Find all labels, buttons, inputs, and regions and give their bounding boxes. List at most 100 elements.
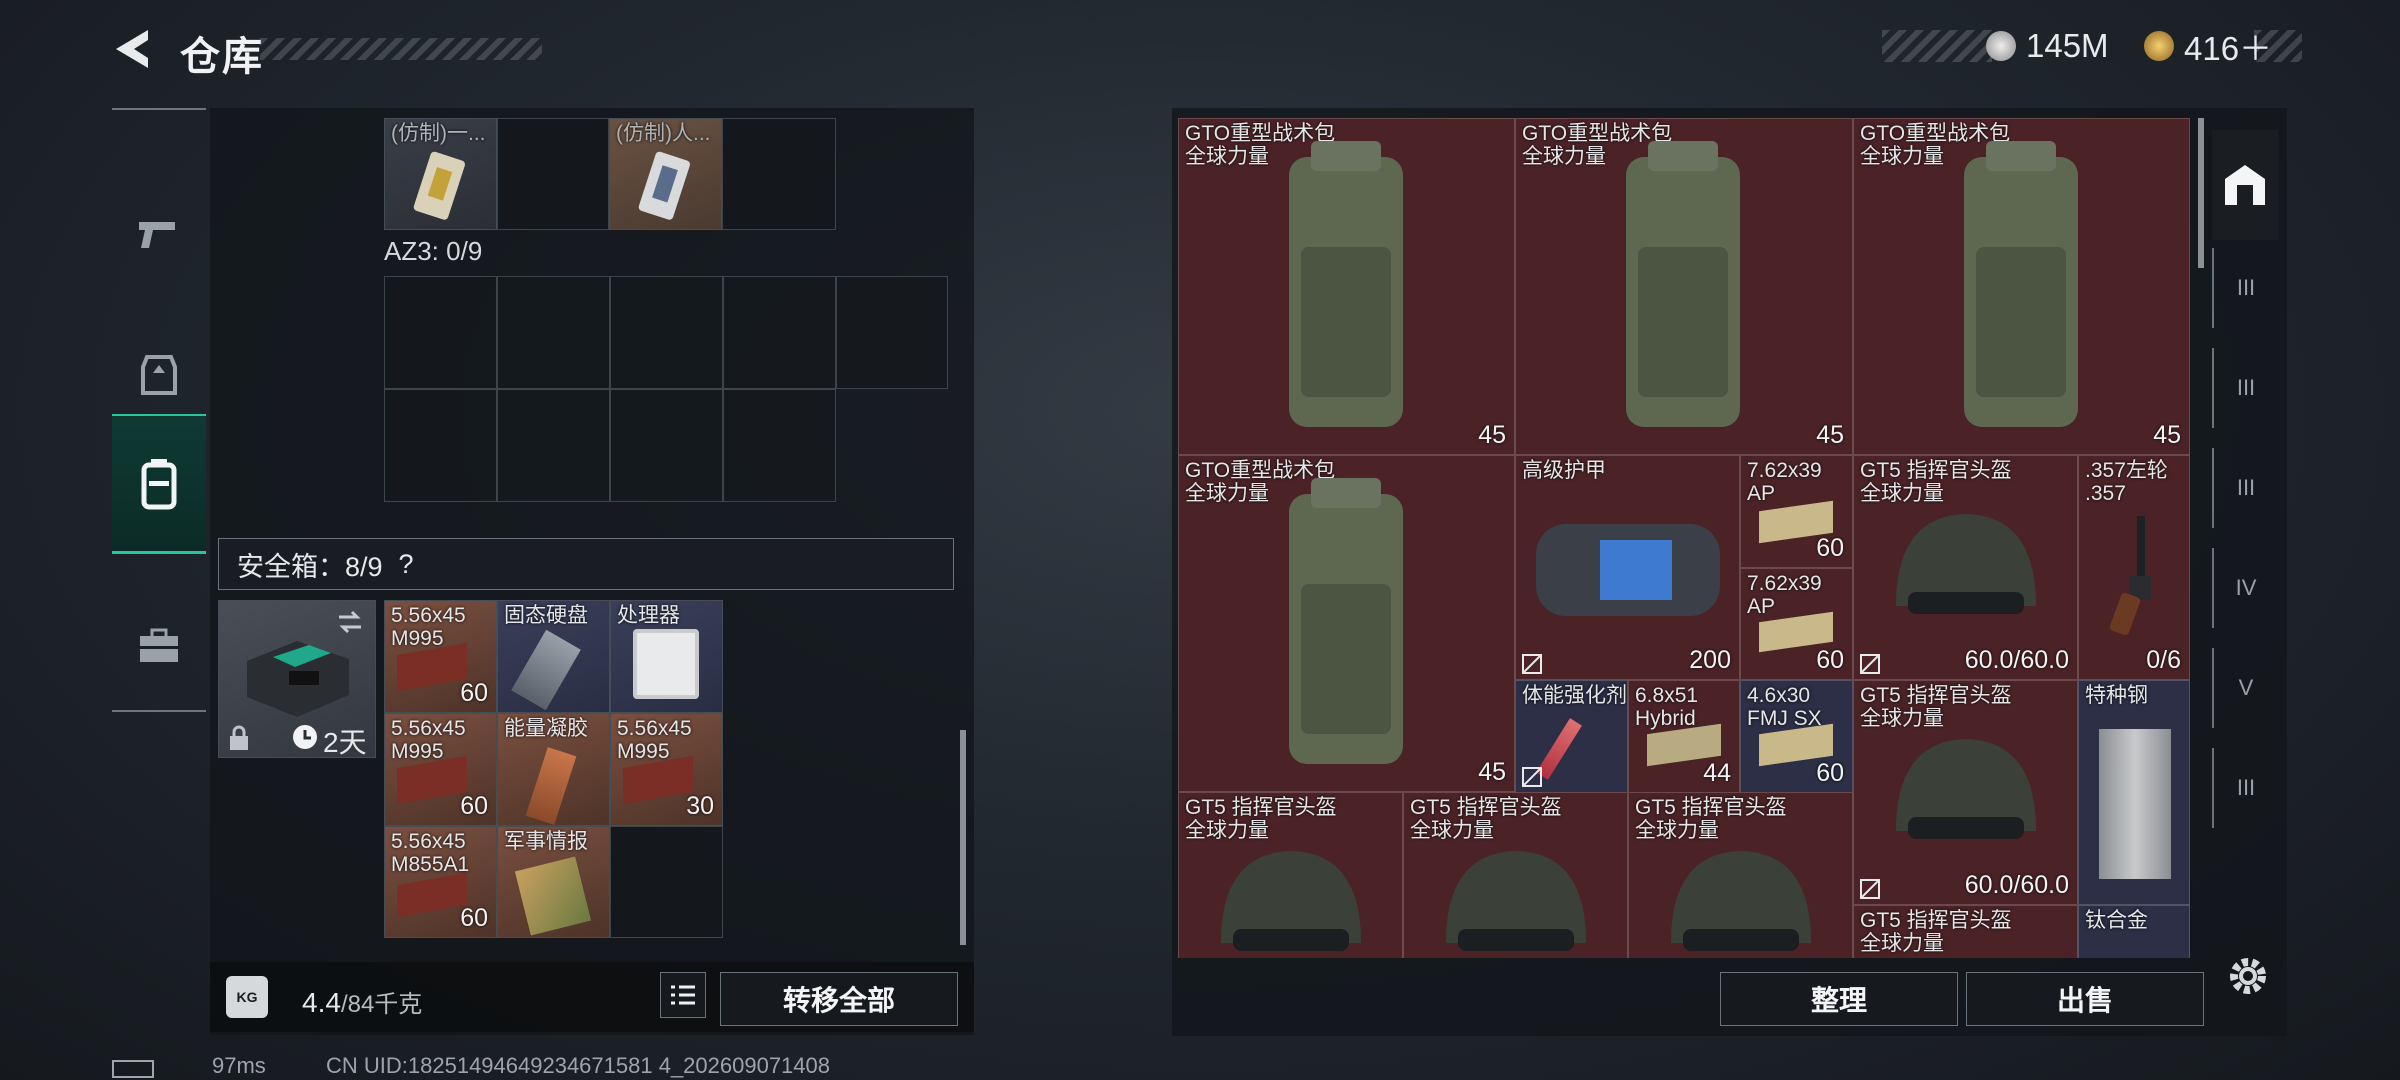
item-name: 处理器 (617, 604, 680, 627)
inventory-item[interactable]: GT5 指挥官头盔 全球力量 (1853, 905, 2078, 958)
inventory-item[interactable]: 5.56x45 M855A1 60 (384, 826, 497, 938)
inventory-item[interactable]: 特种钢 (2078, 680, 2190, 905)
grid-slot[interactable] (497, 276, 610, 389)
stash-tab-2[interactable]: III (2212, 348, 2278, 428)
tier-label: III (2236, 475, 2256, 500)
inventory-item[interactable]: 7.62x39 AP 60 (1740, 455, 1853, 568)
inventory-item[interactable]: 处理器 (610, 600, 723, 713)
weight-kg-icon: KG (226, 976, 268, 1018)
safe-box-header: 安全箱：8/9 ? (218, 538, 954, 590)
item-name: 7.62x39 AP (1747, 459, 1822, 505)
inventory-item[interactable]: GTO重型战术包 全球力量 45 (1515, 118, 1853, 455)
sort-button[interactable]: 整理 (1720, 972, 1958, 1026)
page-title: 仓库 (180, 35, 264, 79)
nav-backpack[interactable] (112, 414, 206, 554)
ammo-box-icon (397, 872, 467, 918)
grid-slot[interactable] (610, 389, 723, 502)
inventory-item[interactable]: 固态硬盘 (497, 600, 610, 713)
inventory-item[interactable]: 高级护甲 200 (1515, 455, 1740, 680)
inventory-item[interactable]: GT5 指挥官头盔 全球力量 60.0/60.0 (1853, 680, 2078, 905)
briefcase-icon (140, 628, 178, 662)
energy-gel-icon (525, 747, 577, 825)
inventory-item[interactable]: 4.6x30 FMJ SX 60 (1740, 680, 1853, 793)
gold-currency[interactable]: 416＋ (2144, 26, 2272, 67)
back-button[interactable] (110, 26, 160, 72)
stash-tab-3[interactable]: III (2212, 448, 2278, 528)
stash-tab-4[interactable]: IV (2212, 548, 2278, 628)
backpack-item-icon (1289, 141, 1403, 427)
stash-tab-5[interactable]: V (2212, 648, 2278, 728)
nav-case[interactable] (112, 578, 206, 713)
weight-readout: 4.4/84千克 (302, 984, 422, 1019)
sell-button[interactable]: 出售 (1966, 972, 2204, 1026)
item-name: GT5 指挥官头盔 全球力量 (1860, 909, 2012, 955)
battery-icon (112, 1060, 154, 1078)
no-insure-icon (1860, 654, 1880, 674)
empty-slot[interactable] (497, 118, 609, 230)
silver-currency[interactable]: 145M (1986, 26, 2109, 66)
gun-icon (139, 221, 175, 248)
inventory-item[interactable]: (仿制)人... (609, 118, 722, 230)
item-name: (仿制)一... (391, 122, 486, 145)
grid-slot[interactable] (497, 389, 610, 502)
ammo-box-icon (623, 755, 693, 805)
inventory-item[interactable]: GTO重型战术包 全球力量 45 (1853, 118, 2190, 455)
help-icon[interactable]: ? (399, 549, 414, 580)
inventory-item[interactable]: .357左轮 .357 0/6 (2078, 455, 2190, 680)
inventory-item[interactable]: (仿制)一... (384, 118, 497, 230)
grid-slot[interactable] (384, 389, 497, 502)
empty-slot[interactable] (610, 826, 723, 938)
inventory-item[interactable]: 钛合金 (2078, 905, 2190, 958)
tier-label: III (2236, 275, 2256, 300)
grid-slot[interactable] (610, 276, 723, 389)
inventory-item[interactable]: 体能强化剂 (1515, 680, 1628, 793)
grid-slot[interactable] (723, 389, 836, 502)
grid-slot[interactable] (723, 276, 836, 389)
empty-slot[interactable] (722, 118, 836, 230)
item-count: 60 (1816, 646, 1844, 674)
item-count: 45 (1816, 421, 1844, 449)
item-count: 60 (1816, 759, 1844, 787)
armor-bag-icon (1536, 524, 1720, 616)
item-name: 7.62x39 AP (1747, 572, 1822, 618)
transfer-all-button[interactable]: 转移全部 (720, 972, 958, 1026)
item-name: .357左轮 .357 (2085, 459, 2168, 505)
inventory-item[interactable]: 能量凝胶 (497, 713, 610, 826)
list-icon (671, 985, 695, 1005)
silver-amount: 145M (2026, 27, 2109, 64)
swap-icon[interactable] (335, 609, 365, 635)
inventory-item[interactable]: GTO重型战术包 全球力量 45 (1178, 455, 1515, 792)
inventory-item[interactable]: 5.56x45 M995 60 (384, 600, 497, 713)
nav-weapons[interactable] (112, 166, 206, 301)
item-count: 60 (460, 904, 488, 932)
currency-decoration (1882, 30, 1992, 62)
inventory-item[interactable]: GTO重型战术包 全球力量 45 (1178, 118, 1515, 455)
uid-readout: CN UID:18251494649234671581 4_2026090714… (326, 1053, 831, 1078)
inventory-item[interactable]: 军事情报 (497, 826, 610, 938)
inventory-item[interactable]: GT5 指挥官头盔 全球力量 (1628, 792, 1853, 958)
stash-tab-all[interactable] (2212, 130, 2278, 240)
list-view-button[interactable] (660, 972, 706, 1018)
clock-icon (293, 725, 317, 749)
settings-button[interactable] (2226, 954, 2270, 998)
weight-value: 4.4 (302, 987, 341, 1018)
item-name: 5.56x45 M995 (391, 604, 466, 650)
no-insure-icon (1860, 879, 1880, 899)
inventory-item[interactable]: GT5 指挥官头盔 全球力量 (1403, 792, 1628, 958)
inventory-item[interactable]: 5.56x45 M995 60 (384, 713, 497, 826)
stash-scrollbar[interactable] (2198, 118, 2204, 268)
grid-slot[interactable] (384, 276, 497, 389)
inventory-item[interactable]: 6.8x51 Hybrid 44 (1628, 680, 1740, 793)
safe-box-case[interactable]: 2天 (218, 600, 376, 758)
helmet-icon (1896, 739, 2036, 839)
inventory-item[interactable]: GT5 指挥官头盔 全球力量 60.0/60.0 (1853, 455, 2078, 680)
inventory-item[interactable]: 5.56x45 M995 30 (610, 713, 723, 826)
item-name: 5.56x45 M995 (391, 717, 466, 763)
stash-tab-1[interactable]: III (2212, 248, 2278, 328)
inventory-item[interactable]: GT5 指挥官头盔 全球力量 (1178, 792, 1403, 958)
grid-slot[interactable] (836, 276, 948, 389)
stash-tab-6[interactable]: III (2212, 748, 2278, 828)
inventory-item[interactable]: 7.62x39 AP 60 (1740, 568, 1853, 680)
left-scrollbar[interactable] (960, 730, 966, 945)
gold-coin-icon (2144, 31, 2174, 61)
